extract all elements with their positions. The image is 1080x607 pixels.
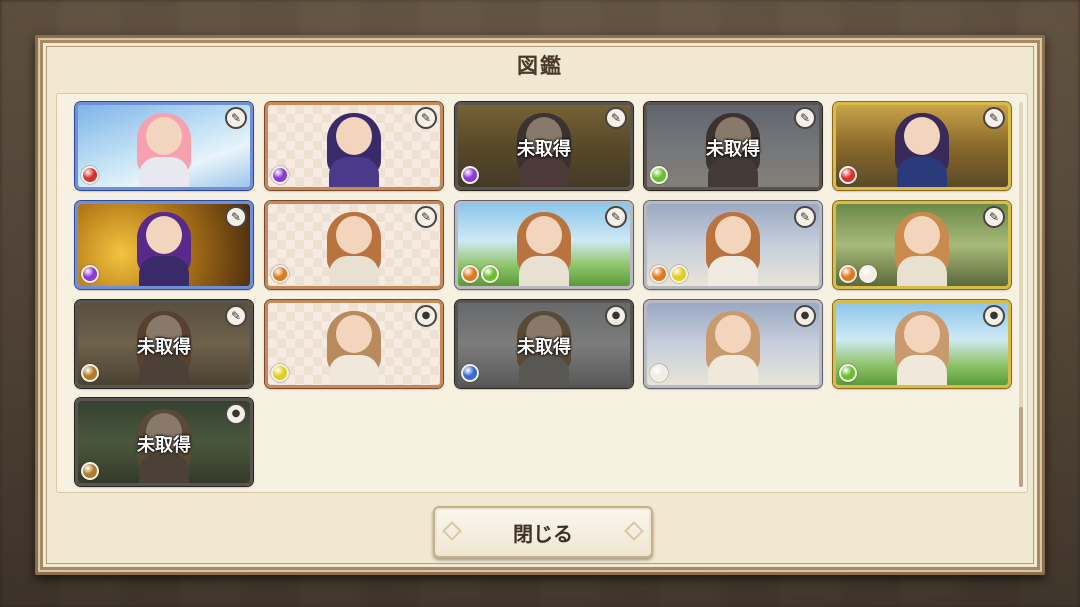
locked-card[interactable]: 未取得 ✎	[644, 102, 822, 190]
element-orbs	[650, 265, 688, 283]
white-element-orb-icon	[859, 265, 877, 283]
locked-label: 未取得	[137, 337, 191, 358]
character-figure	[509, 212, 579, 286]
element-orbs	[81, 462, 99, 480]
element-orbs	[81, 364, 99, 382]
mic-icon[interactable]: ●	[225, 403, 247, 425]
orange-element-orb-icon	[650, 265, 668, 283]
element-orbs	[839, 364, 857, 382]
pen-icon[interactable]: ✎	[794, 107, 816, 129]
orange-element-orb-icon	[839, 265, 857, 283]
scrollbar-thumb[interactable]	[1019, 407, 1023, 487]
character-figure	[887, 113, 957, 187]
locked-card[interactable]: 未取得 ✎	[75, 300, 253, 388]
pen-icon[interactable]: ✎	[605, 206, 627, 228]
pen-icon[interactable]: ✎	[225, 305, 247, 327]
character-figure	[129, 113, 199, 187]
element-orbs	[461, 364, 479, 382]
collection-dialog: 図鑑 ✎ ✎ 未取得 ✎ 未取得 ✎ ✎ ✎ ✎ ✎ ✎ ✎ 未取得 ✎ ● 未取得 ● ● ● 未取得 ● 閉じる	[35, 35, 1045, 575]
mic-icon[interactable]: ●	[605, 305, 627, 327]
character-card[interactable]: ✎	[455, 201, 633, 289]
orange-element-orb-icon	[271, 265, 289, 283]
element-orbs	[650, 166, 668, 184]
character-card[interactable]: ✎	[833, 201, 1011, 289]
element-orbs	[839, 265, 877, 283]
character-figure	[698, 311, 768, 385]
yellow-element-orb-icon	[271, 364, 289, 382]
pen-icon[interactable]: ✎	[415, 107, 437, 129]
character-card[interactable]: ✎	[833, 102, 1011, 190]
yellow-element-orb-icon	[670, 265, 688, 283]
element-orbs	[650, 364, 668, 382]
character-figure	[319, 113, 389, 187]
locked-card[interactable]: 未取得 ●	[455, 300, 633, 388]
locked-label: 未取得	[137, 435, 191, 456]
character-card[interactable]: ●	[265, 300, 443, 388]
locked-label: 未取得	[517, 139, 571, 160]
mic-icon[interactable]: ●	[794, 305, 816, 327]
locked-card[interactable]: 未取得 ✎	[455, 102, 633, 190]
locked-card[interactable]: 未取得 ●	[75, 398, 253, 486]
character-card[interactable]: ✎	[265, 102, 443, 190]
ornament-left	[442, 521, 462, 541]
close-button-label: 閉じる	[513, 521, 573, 546]
element-orbs	[461, 265, 499, 283]
orange-element-orb-icon	[461, 265, 479, 283]
green-element-orb-icon	[481, 265, 499, 283]
pen-icon[interactable]: ✎	[983, 107, 1005, 129]
blue-element-orb-icon	[461, 364, 479, 382]
element-orbs	[81, 265, 99, 283]
character-card[interactable]: ✎	[644, 201, 822, 289]
white-element-orb-icon	[650, 364, 668, 382]
element-orbs	[81, 166, 99, 184]
close-button[interactable]: 閉じる	[433, 506, 653, 558]
character-card[interactable]: ✎	[75, 102, 253, 190]
scrollbar[interactable]	[1019, 102, 1023, 487]
mic-icon[interactable]: ●	[415, 305, 437, 327]
brown-element-orb-icon	[81, 462, 99, 480]
pen-icon[interactable]: ✎	[225, 107, 247, 129]
element-orbs	[839, 166, 857, 184]
character-figure	[887, 212, 957, 286]
pen-icon[interactable]: ✎	[794, 206, 816, 228]
locked-label: 未取得	[706, 139, 760, 160]
character-figure	[319, 212, 389, 286]
ornament-right	[624, 521, 644, 541]
green-element-orb-icon	[650, 166, 668, 184]
character-figure	[698, 212, 768, 286]
card-grid: ✎ ✎ 未取得 ✎ 未取得 ✎ ✎ ✎ ✎ ✎ ✎ ✎ 未取得 ✎ ● 未取得 ● ● ● 未取得 ●	[56, 93, 1028, 493]
element-orbs	[271, 265, 289, 283]
green-element-orb-icon	[839, 364, 857, 382]
red-element-orb-icon	[839, 166, 857, 184]
mic-icon[interactable]: ●	[983, 305, 1005, 327]
pen-icon[interactable]: ✎	[225, 206, 247, 228]
pen-icon[interactable]: ✎	[983, 206, 1005, 228]
locked-label: 未取得	[517, 337, 571, 358]
element-orbs	[271, 166, 289, 184]
element-orbs	[271, 364, 289, 382]
purple-element-orb-icon	[461, 166, 479, 184]
character-figure	[319, 311, 389, 385]
dialog-title: 図鑑	[517, 54, 563, 78]
purple-element-orb-icon	[81, 265, 99, 283]
purple-element-orb-icon	[271, 166, 289, 184]
character-card[interactable]: ✎	[75, 201, 253, 289]
pen-icon[interactable]: ✎	[415, 206, 437, 228]
character-card[interactable]: ✎	[265, 201, 443, 289]
brown-element-orb-icon	[81, 364, 99, 382]
character-figure	[129, 212, 199, 286]
character-card[interactable]: ●	[644, 300, 822, 388]
element-orbs	[461, 166, 479, 184]
red-element-orb-icon	[81, 166, 99, 184]
character-figure	[887, 311, 957, 385]
character-card[interactable]: ●	[833, 300, 1011, 388]
pen-icon[interactable]: ✎	[605, 107, 627, 129]
